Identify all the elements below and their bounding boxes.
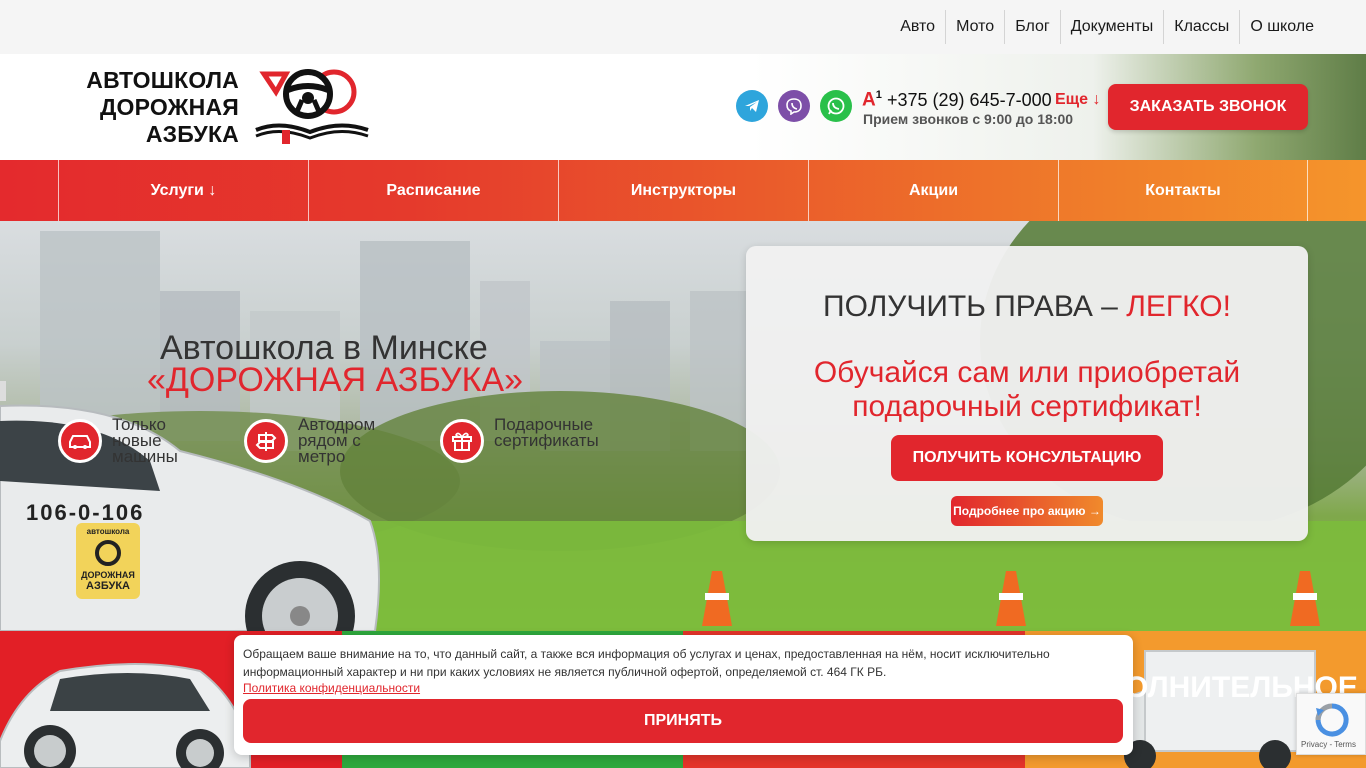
feature-gift-certificates: Подарочные сертификаты	[440, 415, 624, 463]
operator-logo: A1	[862, 89, 882, 111]
phone-number[interactable]: +375 (29) 645-7-000	[887, 90, 1052, 111]
more-phones-link[interactable]: Еще ↓	[1055, 91, 1101, 109]
nav-item-services-label: Услуги ↓	[150, 181, 217, 199]
nav-item-contacts[interactable]: Контакты	[1058, 160, 1307, 221]
call-hours: Прием звонков с 9:00 до 18:00	[863, 111, 1074, 127]
topnav-link-about[interactable]: О школе	[1239, 10, 1324, 44]
promo-heading-part1: ПОЛУЧИТЬ ПРАВА –	[823, 290, 1127, 323]
car-badge: автошкола ДОРОЖНАЯ АЗБУКА	[76, 523, 140, 599]
nav-item-promotions-label: Акции	[908, 181, 959, 199]
viber-icon[interactable]	[778, 90, 810, 122]
promo-card: ПОЛУЧИТЬ ПРАВА – ЛЕГКО! Обучайся сам или…	[746, 246, 1308, 541]
operator-sup: 1	[875, 89, 882, 101]
hero-title-brand: «ДОРОЖНАЯ АЗБУКА»	[147, 361, 523, 399]
logo-text[interactable]: АВТОШКОЛА ДОРОЖНАЯ АЗБУКА	[64, 67, 239, 148]
top-bar: Авто Мото Блог Документы Классы О школе	[0, 0, 1366, 54]
steering-wheel-icon	[95, 540, 121, 566]
hero-section: 106-0-106 автошкола ДОРОЖНАЯ АЗБУКА Авто…	[0, 221, 1366, 631]
car-icon	[58, 419, 102, 463]
privacy-policy-link[interactable]: Политика конфиденциальности	[243, 681, 420, 695]
promo-heading-part2: ЛЕГКО!	[1126, 290, 1231, 323]
car-badge-line2: АЗБУКА	[86, 580, 130, 592]
feature-gift-text: Подарочные сертификаты	[494, 415, 599, 450]
feature-new-cars-text: Только новые машины	[112, 415, 178, 466]
promo-heading: ПОЛУЧИТЬ ПРАВА – ЛЕГКО!	[746, 290, 1308, 324]
whatsapp-icon[interactable]	[820, 90, 852, 122]
main-nav: Услуги ↓ Расписание Инструкторы Акции Ко…	[0, 160, 1366, 221]
signpost-icon	[244, 419, 288, 463]
topnav-link-classes[interactable]: Классы	[1163, 10, 1239, 44]
request-callback-button[interactable]: ЗАКАЗАТЬ ЗВОНОК	[1108, 84, 1308, 130]
logo-steering-book-icon[interactable]	[250, 68, 374, 146]
telegram-icon[interactable]	[736, 90, 768, 122]
top-nav: Авто Мото Блог Документы Классы О школе	[890, 10, 1324, 44]
feature-autodrome: Автодром рядом с метро	[244, 415, 388, 466]
nav-item-contacts-label: Контакты	[1145, 181, 1221, 199]
site-header: АВТОШКОЛА ДОРОЖНАЯ АЗБУКА A1 +375 (29) 6…	[0, 54, 1366, 160]
nav-item-promotions[interactable]: Акции	[808, 160, 1058, 221]
recaptcha-badge[interactable]: Privacy - Terms	[1296, 693, 1366, 755]
promo-subtitle: Обучайся сам или приобретай подарочный с…	[813, 356, 1241, 423]
recaptcha-icon	[1315, 703, 1349, 737]
topnav-link-blog[interactable]: Блог	[1004, 10, 1060, 44]
logo-line-3: АЗБУКА	[145, 121, 239, 147]
accept-cookies-button[interactable]: ПРИНЯТЬ	[243, 699, 1123, 743]
cookie-notice: Обращаем ваше внимание на то, что данный…	[234, 635, 1133, 755]
nav-item-services[interactable]: Услуги ↓	[58, 160, 308, 221]
topnav-link-moto[interactable]: Мото	[945, 10, 1004, 44]
recaptcha-text: Privacy - Terms	[1301, 740, 1356, 749]
nav-divider	[1307, 160, 1308, 221]
logo-line-2: ДОРОЖНАЯ	[99, 94, 239, 120]
car-badge-line1: ДОРОЖНАЯ	[81, 570, 135, 580]
nav-item-schedule-label: Расписание	[386, 181, 481, 199]
topnav-link-auto[interactable]: Авто	[890, 10, 945, 44]
logo-line-1: АВТОШКОЛА	[86, 67, 239, 93]
feature-new-cars: Только новые машины	[58, 415, 202, 466]
nav-item-schedule[interactable]: Расписание	[308, 160, 558, 221]
get-consultation-button[interactable]: ПОЛУЧИТЬ КОНСУЛЬТАЦИЮ	[891, 435, 1163, 481]
promo-details-button[interactable]: Подробнее про акцию →	[951, 496, 1103, 526]
operator-letter: A	[862, 89, 876, 111]
feature-autodrome-text: Автодром рядом с метро	[298, 415, 376, 466]
car-badge-top: автошкола	[86, 527, 130, 536]
nav-item-instructors[interactable]: Инструкторы	[558, 160, 808, 221]
gift-icon	[440, 419, 484, 463]
topnav-link-documents[interactable]: Документы	[1059, 10, 1163, 44]
cookie-notice-text: Обращаем ваше внимание на то, что данный…	[243, 647, 1050, 679]
nav-item-instructors-label: Инструкторы	[630, 181, 737, 199]
